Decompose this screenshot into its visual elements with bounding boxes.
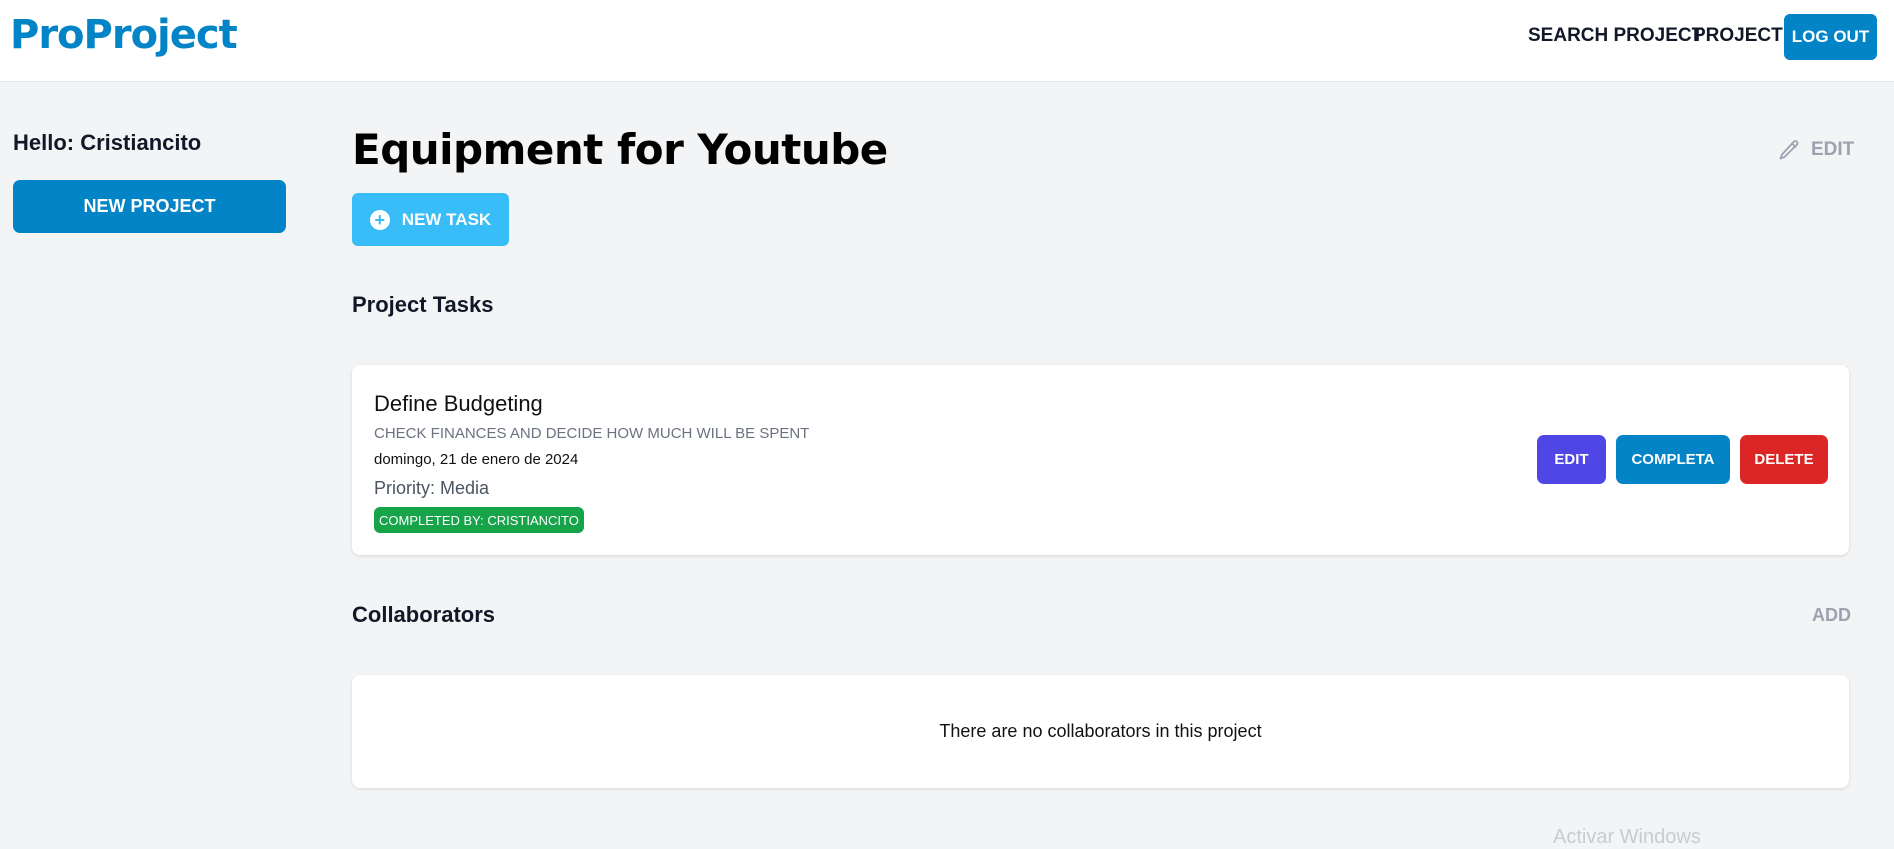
greeting-text: Hello: Cristiancito (13, 130, 202, 155)
collaborators-card: There are no collaborators in this proje… (352, 675, 1849, 788)
task-card: Define Budgeting CHECK FINANCES AND DECI… (352, 365, 1849, 555)
new-task-button[interactable]: + NEW TASK (352, 193, 509, 246)
task-complete-button[interactable]: COMPLETA (1616, 435, 1730, 484)
task-description: CHECK FINANCES AND DECIDE HOW MUCH WILL … (374, 425, 810, 442)
new-project-button[interactable]: NEW PROJECT (13, 180, 286, 233)
top-navbar: ProProject SEARCH PROJECT PROJECT LOG OU… (0, 0, 1894, 82)
pencil-icon (1779, 140, 1799, 160)
windows-activation-watermark: Activar Windows (1553, 826, 1701, 848)
edit-project-label: EDIT (1811, 139, 1855, 160)
add-collaborator-link[interactable]: ADD (1812, 605, 1851, 626)
nav-project[interactable]: PROJECT (1693, 25, 1783, 47)
task-name: Define Budgeting (374, 391, 543, 416)
task-edit-button[interactable]: EDIT (1537, 435, 1606, 484)
project-title: Equipment for Youtube (352, 125, 888, 174)
plus-circle-icon: + (369, 209, 390, 230)
edit-project-link[interactable]: EDIT (1777, 138, 1854, 162)
new-task-label: NEW TASK (401, 209, 492, 229)
nav-search-project[interactable]: SEARCH PROJECT (1528, 25, 1703, 47)
task-date: domingo, 21 de enero de 2024 (374, 451, 579, 468)
project-tasks-heading: Project Tasks (352, 292, 494, 317)
no-collaborators-message: There are no collaborators in this proje… (939, 721, 1262, 741)
task-delete-button[interactable]: DELETE (1740, 435, 1828, 484)
completed-by-badge: COMPLETED BY: CRISTIANCITO (374, 507, 584, 533)
logout-button[interactable]: LOG OUT (1784, 14, 1877, 60)
collaborators-heading: Collaborators (352, 602, 496, 627)
app-logo[interactable]: ProProject (10, 12, 238, 58)
task-priority: Priority: Media (374, 478, 490, 498)
